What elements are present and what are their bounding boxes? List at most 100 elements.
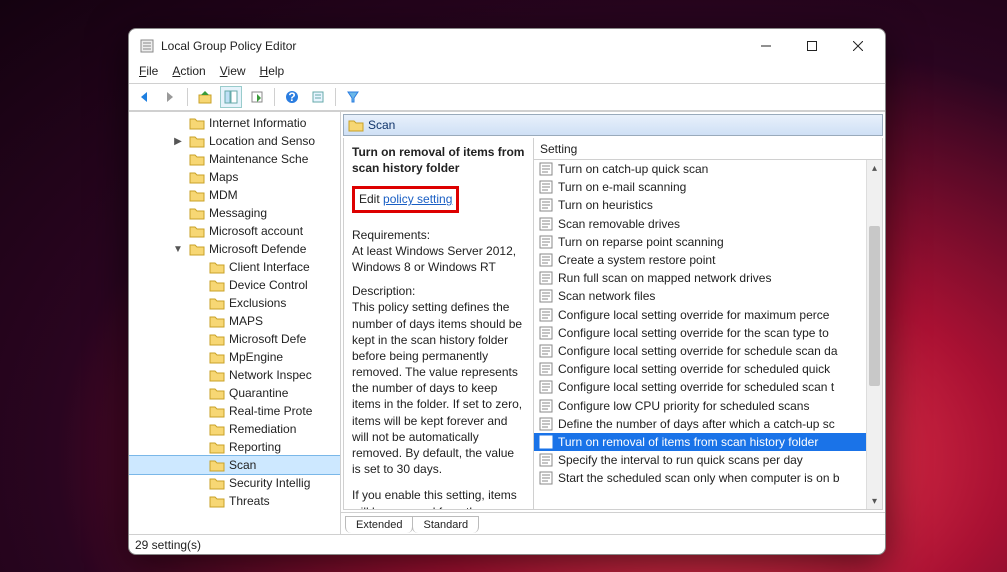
tree-item[interactable]: MDM xyxy=(129,186,340,204)
setting-item[interactable]: Define the number of days after which a … xyxy=(534,415,882,433)
tree-item-label: Microsoft account xyxy=(209,224,303,238)
requirements-text: At least Windows Server 2012, Windows 8 … xyxy=(352,243,525,275)
maximize-button[interactable] xyxy=(789,29,835,63)
setting-item[interactable]: Configure local setting override for the… xyxy=(534,324,882,342)
tree-item[interactable]: Threats xyxy=(129,492,340,510)
setting-label: Run full scan on mapped network drives xyxy=(558,271,771,285)
description-text: This policy setting defines the number o… xyxy=(352,299,525,477)
statusbar: 29 setting(s) xyxy=(129,534,885,554)
setting-item[interactable]: Configure low CPU priority for scheduled… xyxy=(534,396,882,414)
menubar: File Action View Help xyxy=(129,63,885,83)
tree-item[interactable]: Messaging xyxy=(129,204,340,222)
toolbar: ? xyxy=(129,83,885,111)
tree-item[interactable]: Microsoft Defe xyxy=(129,330,340,348)
menu-view[interactable]: View xyxy=(220,64,246,78)
column-header-setting[interactable]: Setting xyxy=(534,138,882,160)
tree-item[interactable]: Remediation xyxy=(129,420,340,438)
edit-highlight: Edit policy setting xyxy=(352,186,459,212)
tree-item[interactable]: Exclusions xyxy=(129,294,340,312)
back-button[interactable] xyxy=(133,86,155,108)
tree-item-label: MAPS xyxy=(229,314,263,328)
tree-item[interactable]: Network Inspec xyxy=(129,366,340,384)
menu-help[interactable]: Help xyxy=(260,64,285,78)
tree-item-label: Real-time Prote xyxy=(229,404,312,418)
tree-item-label: Threats xyxy=(229,494,270,508)
titlebar[interactable]: Local Group Policy Editor xyxy=(129,29,885,63)
help-button[interactable]: ? xyxy=(281,86,303,108)
settings-list-wrap: Turn on catch-up quick scanTurn on e-mai… xyxy=(534,160,882,509)
up-button[interactable] xyxy=(194,86,216,108)
setting-item[interactable]: Scan removable drives xyxy=(534,215,882,233)
show-hide-tree-button[interactable] xyxy=(220,86,242,108)
tab-standard[interactable]: Standard xyxy=(412,516,479,533)
requirements-heading: Requirements: xyxy=(352,227,525,243)
close-button[interactable] xyxy=(835,29,881,63)
scroll-up-button[interactable]: ▴ xyxy=(867,160,882,176)
tree-item[interactable]: Internet Informatio xyxy=(129,114,340,132)
tree-item-label: Security Intellig xyxy=(229,476,310,490)
setting-item[interactable]: Turn on e-mail scanning xyxy=(534,178,882,196)
setting-item[interactable]: Create a system restore point xyxy=(534,251,882,269)
filter-button[interactable] xyxy=(342,86,364,108)
tree-item[interactable]: Quarantine xyxy=(129,384,340,402)
tree-item[interactable]: Microsoft account xyxy=(129,222,340,240)
path-header: Scan xyxy=(343,114,883,136)
svg-text:?: ? xyxy=(288,90,295,104)
tree-item[interactable]: Security Intellig xyxy=(129,474,340,492)
setting-item[interactable]: Specify the interval to run quick scans … xyxy=(534,451,882,469)
setting-item[interactable]: Turn on catch-up quick scan xyxy=(534,160,882,178)
setting-label: Turn on removal of items from scan histo… xyxy=(558,435,818,449)
tree-item[interactable]: MpEngine xyxy=(129,348,340,366)
setting-item[interactable]: Turn on reparse point scanning xyxy=(534,233,882,251)
settings-list[interactable]: Turn on catch-up quick scanTurn on e-mai… xyxy=(534,160,882,487)
setting-label: Start the scheduled scan only when compu… xyxy=(558,471,840,485)
forward-button[interactable] xyxy=(159,86,181,108)
minimize-button[interactable] xyxy=(743,29,789,63)
export-button[interactable] xyxy=(246,86,268,108)
folder-icon xyxy=(348,118,364,132)
scroll-down-button[interactable]: ▾ xyxy=(867,493,882,509)
setting-item[interactable]: Configure local setting override for sch… xyxy=(534,360,882,378)
menu-file[interactable]: File xyxy=(139,64,158,78)
setting-item[interactable]: Turn on heuristics xyxy=(534,196,882,214)
tab-extended[interactable]: Extended xyxy=(345,516,413,533)
tree-item[interactable]: Client Interface xyxy=(129,258,340,276)
setting-label: Configure local setting override for max… xyxy=(558,308,829,322)
tree-item[interactable]: ▼Microsoft Defende xyxy=(129,240,340,258)
tree-item[interactable]: Maps xyxy=(129,168,340,186)
vertical-scrollbar[interactable]: ▴ ▾ xyxy=(866,160,882,509)
setting-item[interactable]: Turn on removal of items from scan histo… xyxy=(534,433,882,451)
nav-tree[interactable]: Internet Informatio ▶Location and Senso Ma… xyxy=(129,112,341,534)
menu-action[interactable]: Action xyxy=(172,64,205,78)
setting-item[interactable]: Scan network files xyxy=(534,287,882,305)
setting-item[interactable]: Run full scan on mapped network drives xyxy=(534,269,882,287)
setting-item[interactable]: Start the scheduled scan only when compu… xyxy=(534,469,882,487)
expand-icon[interactable]: ▶ xyxy=(173,136,183,147)
description-heading: Description: xyxy=(352,283,525,299)
setting-item[interactable]: Configure local setting override for max… xyxy=(534,306,882,324)
scroll-thumb[interactable] xyxy=(869,226,880,386)
tree-item-label: Quarantine xyxy=(229,386,288,400)
status-text: 29 setting(s) xyxy=(135,538,201,552)
tree-item-label: Maintenance Sche xyxy=(209,152,308,166)
tree-item-label: Internet Informatio xyxy=(209,116,306,130)
tree-item[interactable]: MAPS xyxy=(129,312,340,330)
setting-item[interactable]: Configure local setting override for sch… xyxy=(534,342,882,360)
collapse-icon[interactable]: ▼ xyxy=(173,244,183,255)
properties-button[interactable] xyxy=(307,86,329,108)
tree-item[interactable]: ▶Location and Senso xyxy=(129,132,340,150)
tree-item[interactable]: Scan xyxy=(129,456,340,474)
tree-item[interactable]: Reporting xyxy=(129,438,340,456)
tree-item[interactable]: Device Control xyxy=(129,276,340,294)
tree-item[interactable]: Maintenance Sche xyxy=(129,150,340,168)
setting-label: Configure low CPU priority for scheduled… xyxy=(558,399,809,413)
tree-item[interactable]: Real-time Prote xyxy=(129,402,340,420)
window-title: Local Group Policy Editor xyxy=(161,39,743,53)
setting-item[interactable]: Configure local setting override for sch… xyxy=(534,378,882,396)
scroll-track[interactable] xyxy=(867,176,882,493)
setting-label: Turn on reparse point scanning xyxy=(558,235,724,249)
tree-item-label: Scan xyxy=(229,458,256,472)
app-icon xyxy=(139,38,155,54)
edit-policy-link[interactable]: policy setting xyxy=(383,192,452,206)
setting-label: Scan removable drives xyxy=(558,217,680,231)
